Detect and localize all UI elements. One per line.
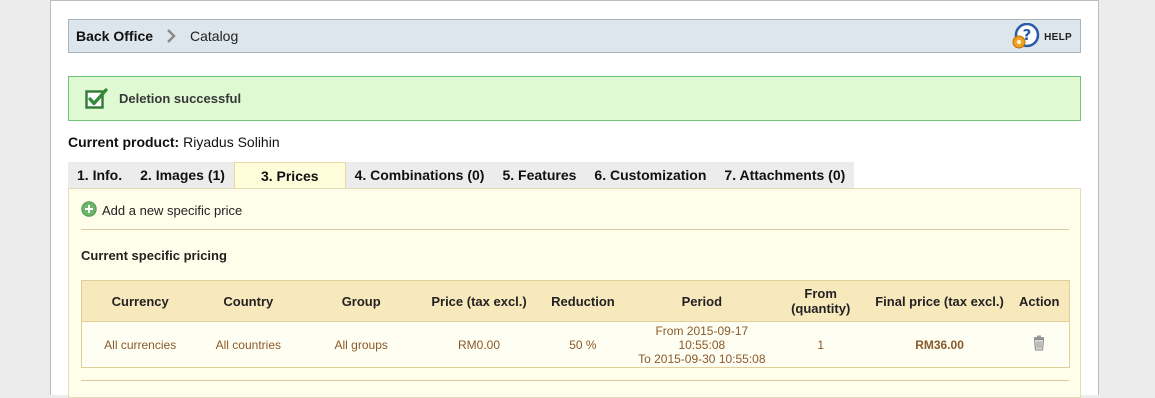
tab-images[interactable]: 2. Images (1): [131, 162, 234, 188]
cell-reduction: 50 %: [533, 321, 632, 368]
breadcrumb-home-link[interactable]: Back Office: [76, 28, 153, 44]
help-icon: ?: [1011, 22, 1041, 52]
divider: [81, 380, 1069, 381]
cell-price: RM0.00: [424, 321, 534, 368]
column-header-reduction: Reduction: [533, 280, 632, 322]
breadcrumb: Back Office Catalog ? HELP: [68, 19, 1081, 53]
column-header-final-price: Final price (tax excl.): [869, 280, 1010, 322]
current-product-name: Riyadus Solihin: [183, 134, 280, 150]
cell-action: [1009, 321, 1070, 368]
column-header-currency: Currency: [81, 280, 199, 322]
prices-panel: Add a new specific price Current specifi…: [68, 188, 1081, 398]
add-specific-price-link[interactable]: Add a new specific price: [81, 201, 242, 220]
alert-message: Deletion successful: [119, 91, 242, 106]
table-header-row: Currency Country Group Price (tax excl.)…: [81, 280, 1070, 322]
tab-customization[interactable]: 6. Customization: [585, 162, 716, 188]
column-header-action: Action: [1009, 280, 1070, 322]
divider: [81, 229, 1069, 230]
tab-info[interactable]: 1. Info.: [68, 162, 132, 188]
column-header-from-quantity: From (quantity): [771, 280, 870, 322]
column-header-price: Price (tax excl.): [424, 280, 534, 322]
cell-country: All countries: [198, 321, 299, 368]
breadcrumb-current: Catalog: [190, 28, 239, 44]
checkbox-checked-icon: [85, 88, 109, 113]
trash-icon[interactable]: [1032, 335, 1046, 354]
specific-prices-table: Currency Country Group Price (tax excl.)…: [81, 280, 1070, 368]
product-tabs: 1. Info. 2. Images (1) 3. Prices 4. Comb…: [68, 162, 855, 189]
period-to: To 2015-09-30 10:55:08: [638, 351, 766, 366]
cell-from-quantity: 1: [771, 321, 870, 368]
cell-period: From 2015-09-17 10:55:08 To 2015-09-30 1…: [631, 321, 772, 368]
add-circle-icon: [81, 201, 97, 220]
column-header-country: Country: [198, 280, 299, 322]
cell-currency: All currencies: [81, 321, 199, 368]
chevron-right-icon: [165, 29, 177, 46]
cell-final-price: RM36.00: [869, 321, 1010, 368]
tab-features[interactable]: 5. Features: [493, 162, 586, 188]
tab-attachments[interactable]: 7. Attachments (0): [715, 162, 855, 188]
cell-group: All groups: [298, 321, 425, 368]
current-product-label: Current product:: [68, 134, 180, 150]
tab-prices[interactable]: 3. Prices: [233, 162, 346, 189]
table-row: All currencies All countries All groups …: [81, 321, 1070, 368]
success-alert: Deletion successful: [68, 76, 1081, 121]
help-label: HELP: [1044, 31, 1072, 43]
current-product: Current product: Riyadus Solihin: [68, 134, 280, 150]
back-office-page: Back Office Catalog ? HELP Deletion succ…: [50, 0, 1099, 398]
help-button[interactable]: ? HELP: [1011, 22, 1072, 52]
column-header-period: Period: [631, 280, 772, 322]
tab-combinations[interactable]: 4. Combinations (0): [345, 162, 494, 188]
period-from: From 2015-09-17 10:55:08: [655, 323, 749, 352]
column-header-group: Group: [298, 280, 425, 322]
section-title: Current specific pricing: [81, 248, 227, 263]
add-specific-price-label: Add a new specific price: [102, 203, 243, 218]
